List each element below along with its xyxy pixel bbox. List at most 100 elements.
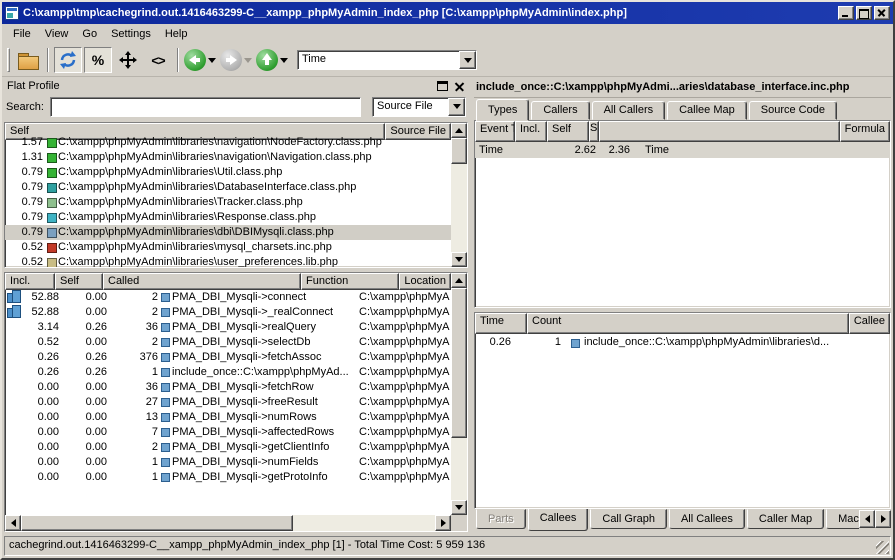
column-header[interactable]: Short [589,121,599,142]
detail-tab[interactable]: Callee Map [667,101,747,120]
function-row[interactable]: 0.26 0.26 1 include_once::C:\xampp\phpMy… [5,365,451,380]
bottom-tabs: PartsCalleesCall GraphAll CalleesCaller … [476,509,859,531]
search-input[interactable] [50,97,361,117]
function-row[interactable]: 0.00 0.00 36 PMA_DBI_Mysqli->fetchRow C:… [5,380,451,395]
column-header[interactable]: Count [527,313,849,334]
column-header[interactable]: Self [55,273,103,290]
function-row[interactable]: 3.14 0.26 36 PMA_DBI_Mysqli->realQuery C… [5,320,451,335]
file-row[interactable]: 1.31 C:\xampp\phpMyAdmin\libraries\navig… [5,150,451,165]
close-button[interactable] [874,6,890,20]
event-type-row[interactable]: Time 2.62 2.36 Time [475,142,890,158]
bottom-tab[interactable]: All Callees [669,509,745,529]
scroll-right-button[interactable] [435,515,451,531]
function-row[interactable]: 52.88 0.00 2 PMA_DBI_Mysqli->connect C:\… [5,290,451,305]
function-row[interactable]: 0.00 0.00 1 PMA_DBI_Mysqli->getProtoInfo… [5,470,451,485]
status-message: cachegrind.out.1416463299-C__xampp_phpMy… [4,536,891,556]
tab-scroll-right-button[interactable] [875,510,891,528]
column-header[interactable]: Location [399,273,451,290]
scrollbar-thumb[interactable] [451,288,467,438]
column-header[interactable]: Function [301,273,399,290]
up-icon [256,49,278,71]
bottom-tab[interactable]: Callees [528,509,589,531]
relative-percent-button[interactable]: % [84,47,112,73]
function-row[interactable]: 0.00 0.00 7 PMA_DBI_Mysqli->affectedRows… [5,425,451,440]
function-row[interactable]: 0.00 0.00 27 PMA_DBI_Mysqli->freeResult … [5,395,451,410]
column-header[interactable]: Called [103,273,301,290]
grouping-combobox[interactable]: Source File [372,97,466,117]
function-table-vscrollbar[interactable] [451,273,467,515]
column-header[interactable]: Time [475,313,527,334]
move-dock-button[interactable] [114,47,142,73]
combobox-dropdown-button[interactable] [459,51,476,69]
maximize-button[interactable] [856,6,872,20]
scrollbar-thumb[interactable] [451,138,467,164]
menu-item[interactable]: Go [75,26,104,42]
menu-item[interactable]: View [38,26,76,42]
scroll-left-button[interactable] [5,515,21,531]
cell-self: 0.00 [63,440,113,455]
menu-item[interactable]: Settings [104,26,158,42]
toolbar-handle[interactable] [7,48,10,72]
column-header[interactable]: Incl. [515,121,547,142]
detail-tab[interactable]: Callers [531,101,589,120]
scrollbar-track[interactable] [293,515,435,531]
function-row[interactable]: 0.00 0.00 1 PMA_DBI_Mysqli->numFields C:… [5,455,451,470]
forward-button[interactable] [219,47,255,73]
column-header[interactable]: Self [547,121,589,142]
file-row[interactable]: 0.79 C:\xampp\phpMyAdmin\libraries\Datab… [5,180,451,195]
file-row[interactable]: 0.79 C:\xampp\phpMyAdmin\libraries\Respo… [5,210,451,225]
function-row[interactable]: 0.26 0.26 376 PMA_DBI_Mysqli->fetchAssoc… [5,350,451,365]
function-row[interactable]: 0.00 0.00 13 PMA_DBI_Mysqli->numRows C:\… [5,410,451,425]
scroll-down-button[interactable] [451,252,467,267]
function-row[interactable]: 52.88 0.00 2 PMA_DBI_Mysqli->_realConnec… [5,305,451,320]
minimize-button[interactable] [838,6,854,20]
file-row[interactable]: 0.79 C:\xampp\phpMyAdmin\libraries\Track… [5,195,451,210]
open-file-button[interactable] [14,47,42,73]
scrollbar-track[interactable] [451,164,467,252]
cell-short: Time [631,142,683,158]
detail-tab[interactable]: Source Code [749,101,837,120]
detail-tab[interactable]: All Callers [592,101,666,120]
file-row[interactable]: 0.79 C:\xampp\phpMyAdmin\libraries\dbi\D… [5,225,451,240]
scrollbar-thumb[interactable] [21,515,293,531]
detail-tab[interactable]: Types [476,99,529,121]
column-header[interactable] [599,121,840,142]
scroll-up-button[interactable] [451,273,467,288]
file-row[interactable]: 0.79 C:\xampp\phpMyAdmin\libraries\Util.… [5,165,451,180]
event-type-combobox[interactable]: Time [297,50,477,70]
menu-item[interactable]: File [6,26,38,42]
callee-row[interactable]: 0.26 1 include_once::C:\xampp\phpMyAdmin… [475,334,890,350]
column-header[interactable]: Incl. [5,273,55,290]
dock-close-icon[interactable] [454,81,465,92]
function-table-hscrollbar[interactable] [5,515,451,531]
bottom-tab[interactable]: Caller Map [747,509,824,529]
tab-scroll-left-button[interactable] [859,510,875,528]
scroll-up-button[interactable] [451,123,467,138]
column-header[interactable]: Event Type [475,121,515,142]
expand-collapse-button[interactable]: <> [144,47,172,73]
bottom-tab[interactable]: Call Graph [590,509,667,529]
dock-title-bar[interactable]: Flat Profile [3,77,469,95]
scroll-down-button[interactable] [451,500,467,515]
function-row[interactable]: 0.52 0.00 2 PMA_DBI_Mysqli->selectDb C:\… [5,335,451,350]
file-row[interactable]: 0.52 C:\xampp\phpMyAdmin\libraries\user_… [5,255,451,267]
file-row[interactable]: 1.57 C:\xampp\phpMyAdmin\libraries\navig… [5,135,451,150]
bottom-tab[interactable]: Parts [476,509,526,529]
callees-table-header: TimeCountCallee [475,313,890,334]
combobox-dropdown-button[interactable] [448,98,465,116]
file-list-vscrollbar[interactable] [451,123,467,267]
column-header[interactable]: Formula [840,121,890,142]
file-row[interactable]: 0.52 C:\xampp\phpMyAdmin\libraries\mysql… [5,240,451,255]
dock-float-icon[interactable] [437,81,448,91]
column-header[interactable]: Callee [849,313,890,334]
resize-grip[interactable] [876,541,889,554]
up-button[interactable] [255,47,291,73]
function-row[interactable]: 0.00 0.00 2 PMA_DBI_Mysqli->getClientInf… [5,440,451,455]
back-button[interactable] [183,47,219,73]
menu-item[interactable]: Help [158,26,195,42]
back-dropdown-caret[interactable] [208,58,216,63]
bottom-tab[interactable]: Machine Code [826,509,859,529]
up-dropdown-caret[interactable] [280,58,288,63]
scrollbar-track[interactable] [451,438,467,500]
cycle-detection-button[interactable] [54,47,82,73]
